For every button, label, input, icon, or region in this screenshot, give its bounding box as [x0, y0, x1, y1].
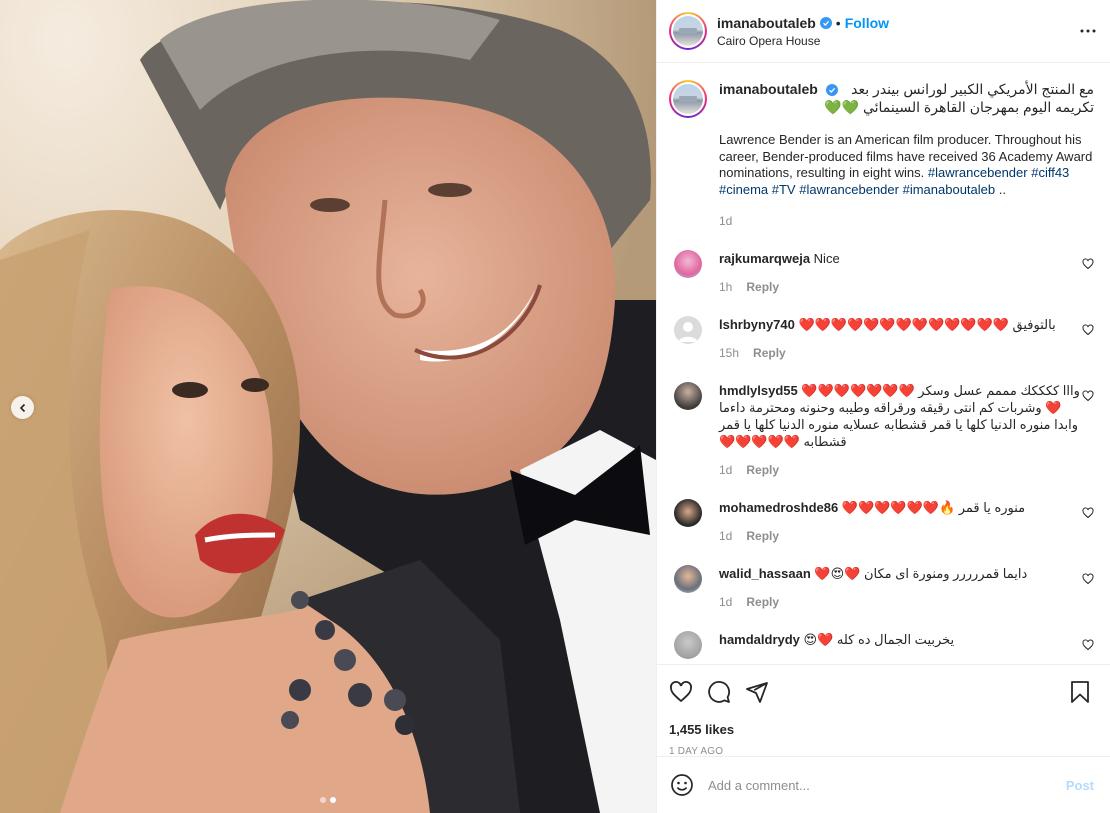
comment-text: بالتوفيق ❤️❤️❤️❤️❤️❤️❤️❤️❤️❤️❤️❤️❤️ — [798, 317, 1056, 332]
like-comment-heart-icon[interactable] — [1082, 390, 1094, 402]
heart-icon[interactable] — [669, 680, 693, 704]
add-comment-bar: Post — [657, 756, 1110, 813]
comment-text: دايما قمررررر ومنورة اى مكان ❤️😍❤️ — [814, 566, 1028, 581]
comment-time[interactable]: 1d — [719, 462, 732, 479]
hashtag-link[interactable]: #ciff43 — [1031, 165, 1069, 180]
like-comment-heart-icon[interactable] — [1082, 573, 1094, 585]
comment-input[interactable] — [708, 777, 1066, 793]
like-comment-heart-icon[interactable] — [1082, 507, 1094, 519]
comment-item: walid_hassaan دايما قمررررر ومنورة اى مك… — [669, 565, 1094, 611]
comment-text: منوره يا قمر 🔥❤️❤️❤️❤️❤️❤️ — [841, 500, 1026, 515]
location-link[interactable]: Cairo Opera House — [717, 34, 889, 48]
commenter-username[interactable]: walid_hassaan — [719, 566, 811, 581]
reply-button[interactable]: Reply — [746, 279, 779, 296]
author-username[interactable]: imanaboutaleb — [717, 15, 816, 31]
more-icon[interactable] — [1080, 23, 1096, 39]
commenter-avatar[interactable] — [674, 499, 702, 527]
reply-button[interactable]: Reply — [746, 462, 779, 479]
commenter-avatar[interactable] — [674, 565, 702, 593]
commenter-avatar[interactable] — [674, 316, 702, 344]
photo-image — [0, 0, 656, 813]
verified-badge-icon — [819, 16, 832, 29]
post-photo[interactable] — [0, 0, 656, 813]
carousel-indicator — [0, 797, 656, 803]
separator: • — [835, 14, 841, 31]
commenter-username[interactable]: hmdlylsyd55 — [719, 383, 798, 398]
commenter-avatar[interactable] — [674, 631, 702, 659]
comment-time[interactable]: 1h — [719, 279, 732, 296]
follow-button[interactable]: Follow — [845, 15, 889, 31]
carousel-dot-active — [330, 797, 336, 803]
reply-button[interactable]: Reply — [746, 594, 779, 611]
comments-list[interactable]: imanaboutaleb مع المنتج الأمريكي الكبير … — [657, 64, 1110, 664]
like-comment-heart-icon[interactable] — [1082, 639, 1094, 651]
like-comment-heart-icon[interactable] — [1082, 324, 1094, 336]
comment-item: mohamedroshde86 منوره يا قمر 🔥❤️❤️❤️❤️❤️… — [669, 499, 1094, 545]
comment-time[interactable]: 1d — [719, 528, 732, 545]
hashtag-link[interactable]: #imanaboutaleb — [903, 182, 996, 197]
commenter-username[interactable]: rajkumarqweja — [719, 251, 810, 266]
hashtag-link[interactable]: #lawrancebender — [928, 165, 1028, 180]
hashtag-link[interactable]: #cinema — [719, 182, 768, 197]
emoji-icon[interactable] — [670, 773, 694, 797]
reply-button[interactable]: Reply — [753, 345, 786, 362]
comment-icon[interactable] — [707, 680, 731, 704]
comment-item: hamdaldrydy يخربيت الجمال ده كله ❤️😍 — [669, 631, 1094, 659]
caption-author-avatar[interactable] — [669, 80, 707, 118]
caption-english-text: Lawrence Bender is an American film prod… — [719, 132, 1093, 197]
commenter-username[interactable]: mohamedroshde86 — [719, 500, 838, 515]
comment-text: يخربيت الجمال ده كله ❤️😍 — [803, 632, 955, 647]
previous-image-button[interactable] — [11, 396, 34, 419]
post-details-panel: imanaboutaleb • Follow Cairo Opera House… — [656, 0, 1110, 813]
comment-item: rajkumarqweja Nice 1h Reply — [669, 250, 1094, 296]
comment-item: hmdlylsyd55 وااا ككككك مممم عسل وسكر ❤️❤… — [669, 382, 1094, 479]
caption-username[interactable]: imanaboutaleb — [719, 81, 818, 97]
comment-time[interactable]: 1d — [719, 594, 732, 611]
commenter-avatar[interactable] — [674, 250, 702, 278]
verified-badge-icon — [825, 84, 838, 96]
reply-button[interactable]: Reply — [746, 528, 779, 545]
share-icon[interactable] — [745, 680, 769, 704]
commenter-username[interactable]: hamdaldrydy — [719, 632, 800, 647]
hashtag-link[interactable]: #TV — [772, 182, 796, 197]
chevron-left-icon — [19, 403, 25, 412]
likes-count[interactable]: 1,455 likes — [669, 722, 1094, 737]
commenter-username[interactable]: lshrbyny740 — [719, 317, 795, 332]
comment-item: lshrbyny740 بالتوفيق ❤️❤️❤️❤️❤️❤️❤️❤️❤️❤… — [669, 316, 1094, 362]
bookmark-icon[interactable] — [1068, 680, 1092, 704]
author-avatar[interactable] — [669, 12, 707, 50]
post-actions: 1,455 likes 1 DAY AGO — [657, 664, 1110, 757]
hashtag-link[interactable]: #lawrancebender — [799, 182, 899, 197]
post-header: imanaboutaleb • Follow Cairo Opera House — [657, 0, 1110, 63]
like-comment-heart-icon[interactable] — [1082, 258, 1094, 270]
carousel-dot — [320, 797, 326, 803]
commenter-avatar[interactable] — [674, 382, 702, 410]
caption-timestamp[interactable]: 1d — [719, 212, 1094, 230]
post-comment-button[interactable]: Post — [1066, 778, 1094, 793]
comment-text: Nice — [813, 251, 840, 266]
comment-time[interactable]: 15h — [719, 345, 739, 362]
post-caption: imanaboutaleb مع المنتج الأمريكي الكبير … — [669, 64, 1094, 230]
